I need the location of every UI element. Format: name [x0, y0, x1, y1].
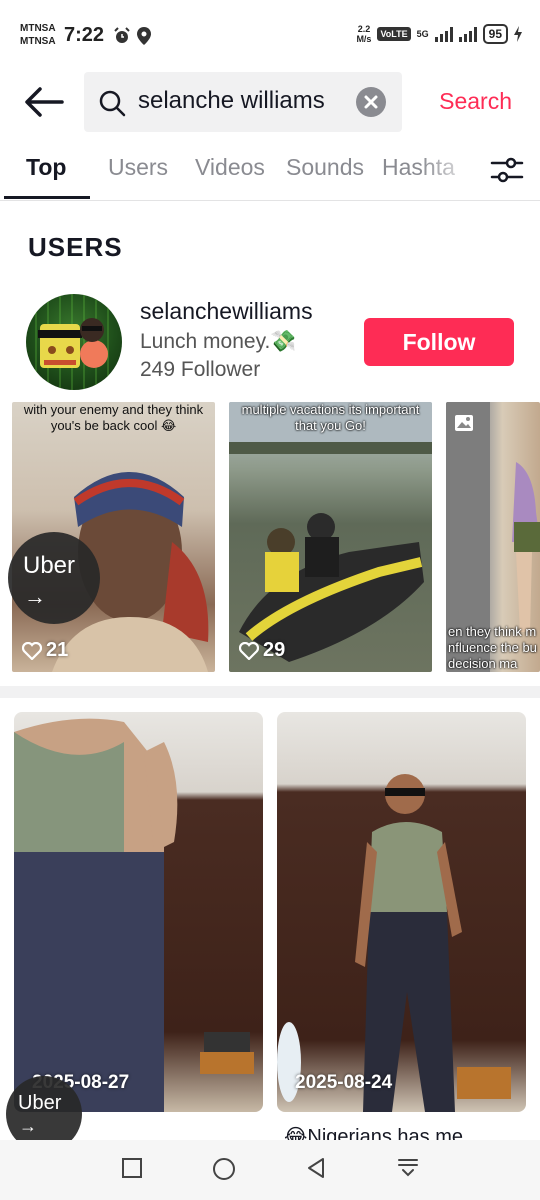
tabs-fade: [420, 140, 480, 200]
arrow-right-icon: →: [24, 584, 46, 609]
back-arrow-icon[interactable]: [24, 86, 64, 118]
carrier-2: MTNSA: [20, 36, 56, 47]
video-scene: [229, 402, 432, 662]
search-header: selanche williams Search: [0, 70, 540, 134]
home-icon[interactable]: [211, 1156, 237, 1182]
charging-icon: [514, 26, 522, 42]
net-speed: 2.2 M/s: [356, 24, 371, 44]
search-input[interactable]: selanche williams: [84, 72, 402, 132]
status-right: 2.2 M/s VoLTE 5G 95: [356, 24, 522, 44]
notification-pulldown-icon[interactable]: [396, 1156, 420, 1180]
video-card[interactable]: 2025-08-27: [14, 712, 263, 1112]
volte-badge: VoLTE: [377, 27, 411, 41]
avatar-illustration: [35, 294, 109, 390]
video-date: 2025-08-24: [295, 1072, 393, 1093]
user-username[interactable]: selanchewilliams: [140, 298, 313, 325]
video-caption: with your enemy and they think you's be …: [23, 402, 204, 433]
users-section-title: USERS: [28, 232, 123, 262]
heart-icon: [22, 641, 42, 660]
status-bar: MTNSA MTNSA 7:22 2.2 M/s VoLTE 5G 95: [0, 0, 540, 70]
tab-users[interactable]: Users: [108, 154, 168, 181]
user-avatar[interactable]: [26, 294, 122, 390]
uber-floating-button[interactable]: Uber →: [8, 532, 100, 624]
status-time: 7:22: [64, 24, 105, 46]
status-left-icons: [113, 27, 151, 45]
recent-apps-icon[interactable]: [120, 1156, 144, 1180]
clear-search-icon[interactable]: [356, 87, 386, 117]
back-icon[interactable]: [304, 1156, 328, 1180]
tab-sounds[interactable]: Sounds: [286, 154, 364, 181]
battery-icon: 95: [482, 24, 508, 44]
heart-icon: [239, 641, 259, 660]
uber-label: Uber: [23, 552, 76, 579]
network-type: 5G: [416, 29, 429, 39]
net-speed-unit: M/s: [356, 34, 372, 44]
user-video-thumbnail[interactable]: en they think m nfluence the bu decision…: [446, 402, 540, 672]
user-bio: Lunch money.💸: [140, 330, 297, 353]
photo-icon: [455, 415, 473, 431]
user-follower-count: 249 Follower: [140, 358, 261, 381]
like-count: 29: [239, 639, 285, 662]
system-nav-bar: [0, 1140, 540, 1200]
video-scene: [14, 718, 254, 1112]
alarm-icon: [114, 27, 130, 43]
uber-label: Uber: [18, 1092, 62, 1114]
follow-button[interactable]: Follow: [364, 318, 514, 366]
user-video-thumbnail[interactable]: multiple vacations its important that yo…: [229, 402, 432, 672]
video-caption: multiple vacations its important that yo…: [241, 402, 420, 433]
search-tabs: Top Users Videos Sounds Hashta: [0, 140, 540, 200]
search-query[interactable]: selanche williams: [138, 87, 344, 115]
video-caption: en they think m nfluence the bu decision…: [448, 624, 537, 671]
filter-icon[interactable]: [490, 154, 524, 186]
search-button[interactable]: Search: [439, 88, 512, 115]
carrier-labels: MTNSA MTNSA: [20, 22, 56, 48]
carrier-1: MTNSA: [20, 23, 56, 34]
video-scene: [277, 774, 511, 1112]
net-speed-value: 2.2: [357, 24, 371, 34]
section-separator: [0, 686, 540, 698]
like-count-value: 21: [46, 639, 69, 661]
search-icon: [99, 90, 126, 117]
location-icon: [137, 27, 151, 45]
signal-icon-2: [458, 26, 477, 42]
tabs-divider: [0, 200, 540, 201]
active-tab-indicator: [4, 196, 90, 199]
arrow-right-icon: →: [19, 1116, 37, 1136]
like-count: 21: [22, 639, 68, 662]
video-card[interactable]: 2025-08-24: [277, 712, 526, 1112]
signal-icon: [434, 26, 453, 42]
tab-top[interactable]: Top: [26, 154, 66, 181]
tab-videos[interactable]: Videos: [195, 154, 265, 181]
like-count-value: 29: [263, 639, 286, 661]
